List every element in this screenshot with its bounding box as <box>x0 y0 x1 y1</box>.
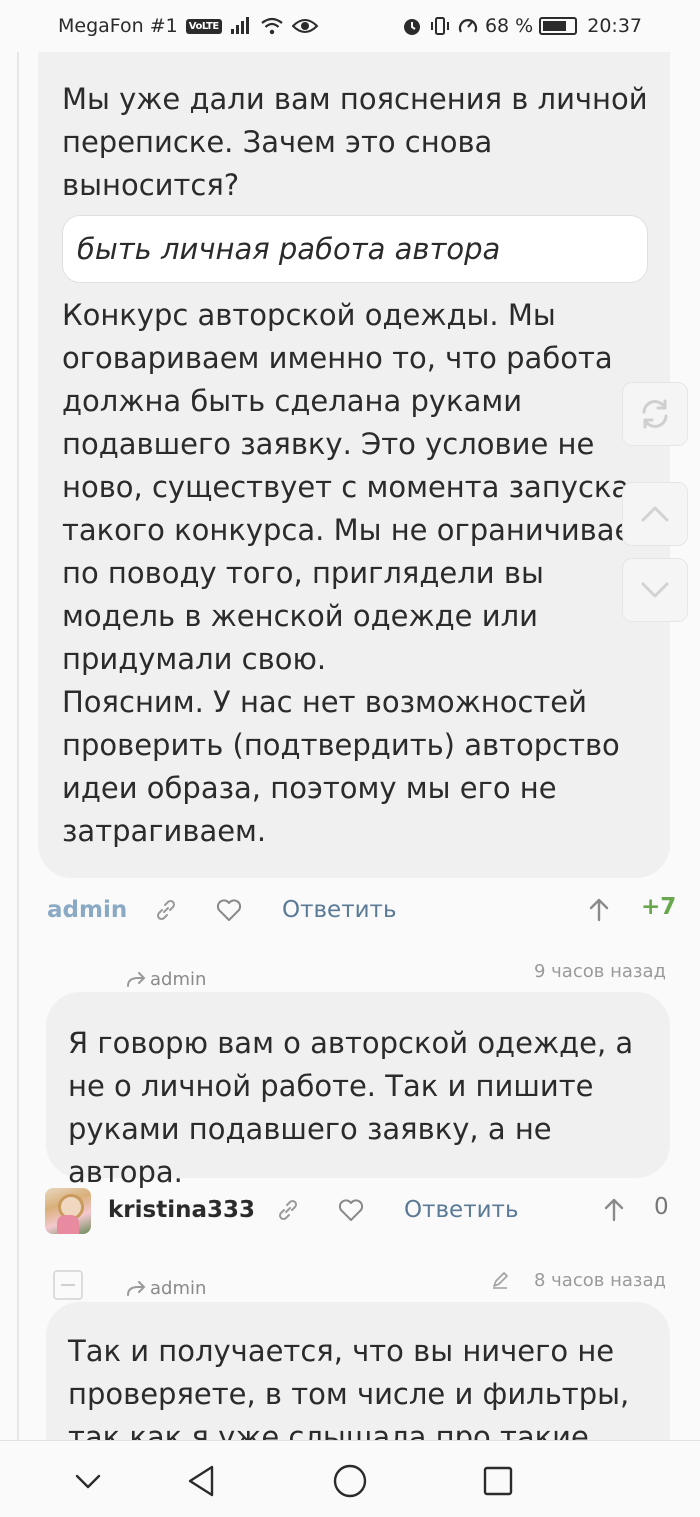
comments-feed[interactable]: Мы уже дали вам пояснения в личной переп… <box>0 52 700 1440</box>
comment-meta: admin Ответить +7 <box>47 894 677 926</box>
comment-timestamp: 8 часов назад <box>534 1270 666 1291</box>
nav-back-button[interactable] <box>181 1461 221 1501</box>
reply-link[interactable]: Ответить <box>282 897 397 923</box>
comment-rating: 0 <box>654 1194 669 1220</box>
back-icon <box>188 1465 214 1497</box>
reply-arrow-icon <box>127 1280 146 1296</box>
comment-quote: быть личная работа автора <box>62 215 648 283</box>
comment-bubble: Мы уже дали вам пояснения в личной переп… <box>38 52 670 878</box>
home-icon <box>333 1464 367 1498</box>
reply-to-author: admin <box>150 1278 207 1299</box>
comment-timestamp: 9 часов назад <box>534 961 666 982</box>
author-name[interactable]: admin <box>47 897 127 923</box>
comment-text: Мы уже дали вам пояснения в личной переп… <box>62 82 648 202</box>
comment-bubble: Так и получается, что вы ничего не прове… <box>46 1302 670 1440</box>
nav-down-icon <box>75 1474 101 1489</box>
nav-recents-button[interactable] <box>478 1461 518 1501</box>
comment-text: Так и получается, что вы ничего не прове… <box>68 1334 630 1440</box>
author-name[interactable]: kristina333 <box>108 1197 255 1223</box>
chevron-up-icon <box>641 506 669 522</box>
comment-rating: +7 <box>641 894 677 920</box>
battery-percent: 68 % <box>484 15 534 37</box>
edited-icon <box>493 1272 508 1289</box>
heart-icon[interactable] <box>337 1197 365 1223</box>
nav-home-button[interactable] <box>330 1461 370 1501</box>
reply-to-label[interactable]: admin <box>126 1278 206 1299</box>
link-icon[interactable] <box>275 1197 301 1223</box>
link-icon[interactable] <box>153 897 179 923</box>
refresh-icon <box>642 399 668 429</box>
arrow-up-icon[interactable] <box>587 896 611 922</box>
battery-icon <box>539 17 578 35</box>
chevron-down-icon <box>641 582 669 598</box>
arrow-up-icon[interactable] <box>602 1196 626 1222</box>
alarm-icon <box>403 19 420 35</box>
nav-hide-button[interactable] <box>68 1461 108 1501</box>
vibrate-icon <box>430 17 449 35</box>
scroll-up-button[interactable] <box>622 482 688 546</box>
comment-meta: kristina333 Ответить 0 <box>108 1194 678 1226</box>
volte-badge: VoLTE <box>185 18 222 34</box>
reply-link[interactable]: Ответить <box>404 1197 519 1223</box>
comment-text: Конкурс авторской одежды. Мы оговариваем… <box>62 298 655 848</box>
status-bar: MegaFon #1 VoLTE 68 % 20:37 <box>0 0 700 52</box>
collapse-toggle[interactable] <box>53 1270 83 1300</box>
recents-icon <box>483 1466 513 1496</box>
clock: 20:37 <box>587 15 642 37</box>
scroll-down-button[interactable] <box>622 558 688 622</box>
comment-bubble: Я говорю вам о авторской одежде, а не о … <box>46 992 670 1189</box>
comment-text: Я говорю вам о авторской одежде, а не о … <box>68 1026 634 1189</box>
wifi-icon <box>261 17 283 35</box>
eye-icon <box>291 19 318 33</box>
reply-to-author: admin <box>150 969 207 990</box>
reply-arrow-icon <box>127 971 146 987</box>
carrier-label: MegaFon #1 <box>58 15 178 37</box>
signal-icon <box>230 17 249 34</box>
system-nav-bar <box>0 1440 700 1517</box>
data-saver-icon <box>458 19 478 33</box>
avatar[interactable] <box>45 1188 91 1234</box>
reply-to-label[interactable]: admin <box>126 969 206 990</box>
thread-line <box>17 52 19 1440</box>
refresh-button[interactable] <box>622 382 688 446</box>
heart-icon[interactable] <box>215 897 243 923</box>
